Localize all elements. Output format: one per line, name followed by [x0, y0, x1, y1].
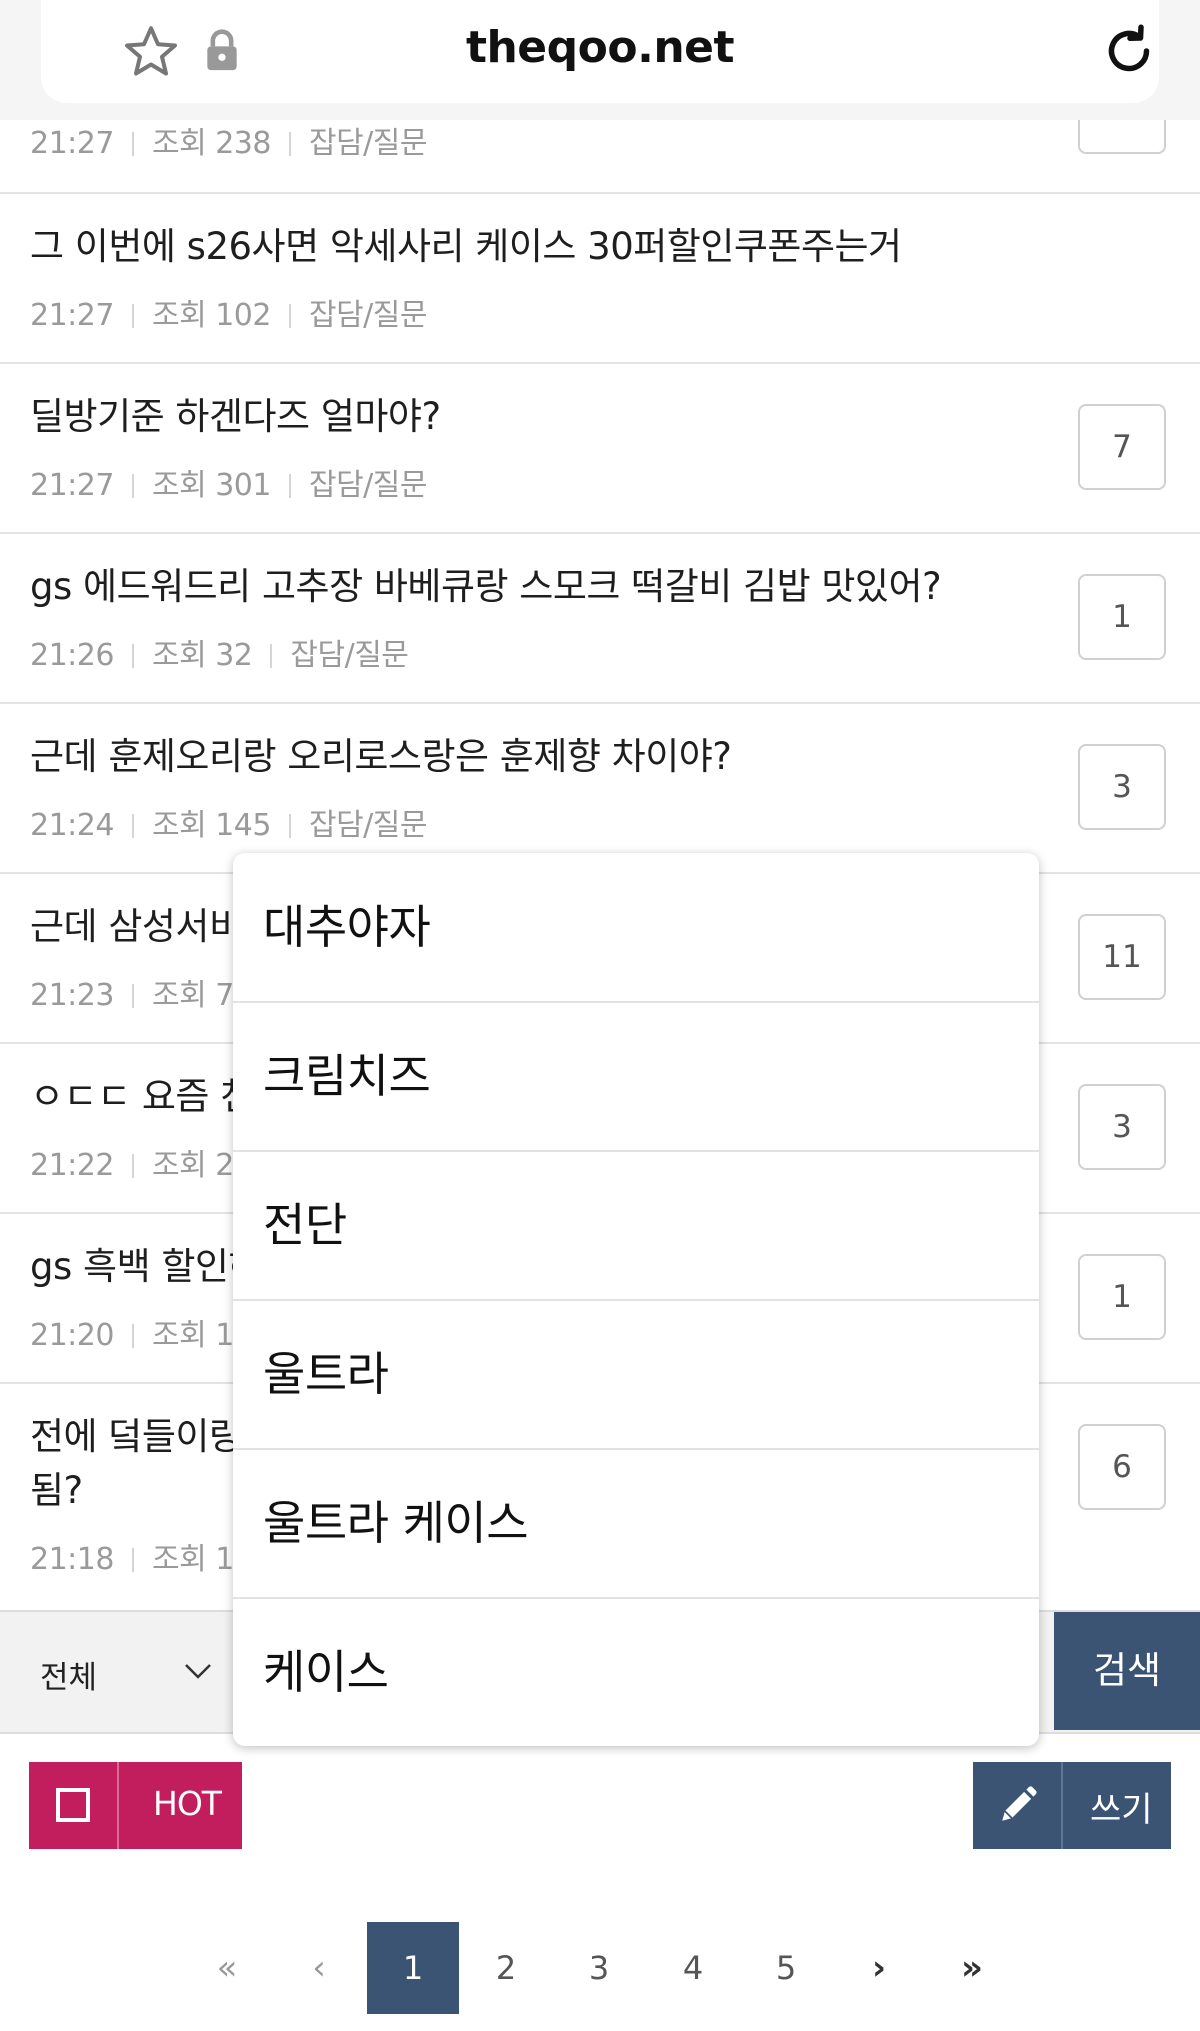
hot-label: HOT	[153, 1784, 222, 1823]
post-title-line2[interactable]: 됨?	[30, 1466, 83, 1516]
post-meta: 21:26 조회 32 잡담/질문	[30, 630, 409, 674]
search-suggestion-dropdown: 대추야자 크림치즈 전단 울트라 울트라 케이스 케이스	[233, 853, 1039, 1746]
write-label: 쓰기	[1090, 1790, 1153, 1830]
post-time: 21:18	[30, 1542, 114, 1577]
post-category: 잡담/질문	[308, 298, 428, 333]
post-views: 조회 238	[151, 126, 272, 161]
chevron-down-icon[interactable]	[184, 1662, 212, 1680]
pencil-icon	[1002, 1786, 1037, 1821]
post-meta: 21:20 조회 15	[30, 1310, 253, 1354]
suggestion-label: 케이스	[263, 1645, 389, 1699]
comment-count[interactable]: 3	[1078, 1084, 1166, 1170]
list-item[interactable]: 근데 훈제오리랑 오리로스랑은 훈제향 차이야? 21:24 조회 145 잡담/질…	[0, 704, 1200, 874]
search-scope-select[interactable]: 전체	[40, 1652, 97, 1697]
post-title[interactable]: gs 에드워드리 고추장 바베큐랑 스모크 떡갈비 김밥 맛있어?	[30, 562, 942, 612]
post-title[interactable]: 근데 훈제오리랑 오리로스랑은 훈제향 차이야?	[30, 732, 732, 782]
post-time: 21:27	[30, 298, 114, 333]
post-views: 조회 145	[151, 808, 272, 843]
page-button[interactable]: 5	[740, 1922, 832, 2014]
post-time: 21:20	[30, 1318, 114, 1353]
suggestion-item[interactable]: 전단	[233, 1151, 1039, 1301]
suggestion-label: 전단	[263, 1198, 347, 1252]
post-time: 21:26	[30, 638, 114, 673]
comment-count[interactable]: 11	[1078, 914, 1166, 1000]
page-button-current[interactable]: 1	[367, 1922, 459, 2014]
post-category: 잡담/질문	[308, 808, 428, 843]
page-prev-button[interactable]: ‹	[273, 1922, 365, 2014]
post-views: 조회 102	[151, 298, 272, 333]
page-last-button[interactable]: »	[926, 1922, 1018, 2014]
suggestion-item[interactable]: 울트라 케이스	[233, 1449, 1039, 1599]
post-meta: 21:23 조회 76	[30, 970, 253, 1014]
post-title[interactable]: ㅇㄷㄷ 요즘 천	[30, 1072, 254, 1122]
post-title[interactable]: 그 이번에 s26사면 악세사리 케이스 30퍼할인쿠폰주는거	[30, 222, 902, 272]
pagination: « ‹ 1 2 3 4 5 › »	[0, 1922, 1200, 2014]
checkbox-icon	[56, 1788, 90, 1822]
comment-count[interactable]: 7	[1078, 404, 1166, 490]
suggestion-item[interactable]: 울트라	[233, 1300, 1039, 1450]
suggestion-label: 크림치즈	[263, 1049, 431, 1103]
hot-checkbox[interactable]	[29, 1762, 119, 1849]
post-views: 조회 32	[151, 638, 253, 673]
post-category: 잡담/질문	[290, 638, 409, 673]
suggestion-label: 대추야자	[263, 900, 431, 954]
page-next-button[interactable]: ›	[833, 1922, 925, 2014]
list-item[interactable]: 그 이번에 s26사면 악세사리 케이스 30퍼할인쿠폰주는거 21:27 조회 …	[0, 194, 1200, 364]
post-meta: 21:27 조회 102 잡담/질문	[30, 290, 427, 334]
hot-filter-button[interactable]: HOT	[29, 1762, 242, 1849]
write-button[interactable]: 쓰기	[973, 1762, 1171, 1849]
suggestion-label: 울트라	[263, 1347, 389, 1401]
list-item[interactable]: 딜방기준 하겐다즈 얼마야? 21:27 조회 301 잡담/질문 7	[0, 364, 1200, 534]
page-first-button[interactable]: «	[181, 1922, 273, 2014]
suggestion-item[interactable]: 대추야자	[233, 853, 1039, 1003]
post-title[interactable]: 근데 삼성서비	[30, 902, 243, 952]
page-button[interactable]: 3	[553, 1922, 645, 2014]
browser-address-bar: theqoo.net	[0, 0, 1200, 120]
post-views: 조회 301	[151, 468, 272, 503]
pencil-area	[973, 1762, 1063, 1849]
page-button[interactable]: 2	[460, 1922, 552, 2014]
url-text: theqoo.net	[465, 22, 735, 73]
suggestion-item[interactable]: 크림치즈	[233, 1002, 1039, 1152]
post-meta: 21:27 조회 238 잡담/질문	[30, 118, 427, 162]
url-field[interactable]: theqoo.net	[41, 0, 1159, 103]
post-category: 잡담/질문	[308, 126, 428, 161]
list-item[interactable]: gs 에드워드리 고추장 바베큐랑 스모크 떡갈비 김밥 맛있어? 21:26 조…	[0, 534, 1200, 704]
search-button[interactable]: 검색	[1054, 1612, 1200, 1730]
post-title[interactable]: 딜방기준 하겐다즈 얼마야?	[30, 392, 441, 442]
suggestion-item[interactable]: 케이스	[233, 1598, 1039, 1746]
post-time: 21:23	[30, 978, 114, 1013]
comment-count[interactable]: 1	[1078, 1254, 1166, 1340]
comment-count[interactable]: 6	[1078, 1424, 1166, 1510]
post-title[interactable]: gs 흑백 할인하	[30, 1242, 263, 1292]
page-button[interactable]: 4	[647, 1922, 739, 2014]
comment-count[interactable]: 1	[1078, 574, 1166, 660]
post-title[interactable]: 전에 덬들이랑	[30, 1412, 243, 1462]
post-meta: 21:27 조회 301 잡담/질문	[30, 460, 427, 504]
post-time: 21:24	[30, 808, 114, 843]
post-time: 21:27	[30, 126, 114, 161]
post-time: 21:22	[30, 1148, 114, 1183]
comment-count[interactable]: 3	[1078, 744, 1166, 830]
suggestion-label: 울트라 케이스	[263, 1496, 529, 1550]
post-category: 잡담/질문	[308, 468, 428, 503]
post-meta: 21:24 조회 145 잡담/질문	[30, 800, 427, 844]
post-time: 21:27	[30, 468, 114, 503]
reload-icon[interactable]	[1099, 20, 1159, 82]
